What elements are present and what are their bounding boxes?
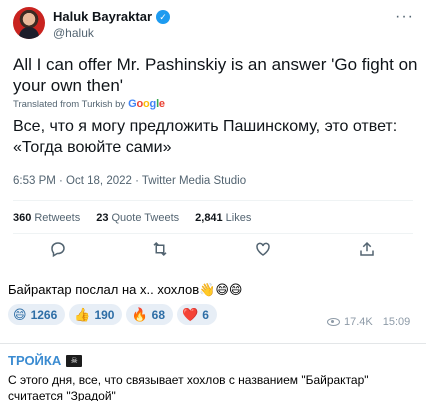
fire-icon: 🔥 <box>131 306 148 322</box>
more-options-icon[interactable]: ··· <box>395 8 414 26</box>
eye-icon <box>327 318 340 326</box>
reply-icon[interactable] <box>46 240 70 260</box>
post-time: 15:09 <box>382 316 411 328</box>
reaction-heart[interactable]: ❤️ 6 <box>177 304 217 325</box>
reaction-fire[interactable]: 🔥 68 <box>126 304 174 325</box>
tweet-stats: 360 Retweets 23 Quote Tweets 2,841 Likes <box>13 212 251 224</box>
view-count: 17.4K <box>344 316 373 328</box>
thumbs-up-icon: 👍 <box>74 306 91 322</box>
post-meta: 17.4K 15:09 <box>327 316 410 328</box>
author-display-name[interactable]: Haluk Bayraktar <box>53 9 152 24</box>
reaction-count: 1266 <box>30 307 58 322</box>
like-icon[interactable] <box>251 240 275 260</box>
retweet-icon[interactable] <box>148 240 172 260</box>
tweet-text-translated: Все, что я могу предложить Пашинскому, э… <box>13 118 398 156</box>
share-icon[interactable] <box>355 240 379 260</box>
reaction-count: 68 <box>151 307 166 322</box>
comment-author[interactable]: ТРОЙКА ☠ <box>8 353 83 368</box>
divider <box>13 233 413 234</box>
divider <box>13 200 413 201</box>
tweet-card: Haluk Bayraktar ✓ @haluk ··· All I can o… <box>0 0 426 272</box>
comment-author-name: ТРОЙКА <box>8 353 62 368</box>
laughing-face-icon: 😄 <box>13 306 27 322</box>
comment[interactable]: ТРОЙКА ☠ С этого дня, все, что связывает… <box>0 343 426 401</box>
tweet-timestamp[interactable]: 6:53 PM · Oct 18, 2022 · Twitter Media S… <box>13 175 246 187</box>
translation-attribution: Translated from Turkish by Google <box>13 98 165 110</box>
verified-badge-icon: ✓ <box>156 9 170 24</box>
reaction-thumbs-up[interactable]: 👍 190 <box>69 304 123 325</box>
post-caption: Байрактар послал на х.. хохлов👋😄😄 <box>8 282 243 297</box>
tweet-actions <box>0 238 426 264</box>
author-handle[interactable]: @haluk <box>53 26 94 40</box>
heart-icon: ❤️ <box>182 306 199 322</box>
reactions-bar: 😄 1266 👍 190 🔥 68 ❤️ 6 <box>8 304 217 325</box>
retweets-stat[interactable]: 360 Retweets <box>13 212 80 224</box>
google-logo: Google <box>128 98 165 110</box>
likes-stat[interactable]: 2,841 Likes <box>195 212 251 224</box>
reaction-laugh[interactable]: 😄 1266 <box>8 304 66 325</box>
reaction-count: 190 <box>94 307 115 322</box>
pirate-flag-icon: ☠ <box>66 354 83 367</box>
avatar[interactable] <box>13 7 45 39</box>
quote-tweets-stat[interactable]: 23 Quote Tweets <box>96 212 179 224</box>
translated-label: Translated from Turkish by <box>13 98 126 110</box>
comment-text: С этого дня, все, что связывает хохлов с… <box>8 373 369 401</box>
author-name-row: Haluk Bayraktar ✓ <box>53 9 170 24</box>
reaction-count: 6 <box>202 307 209 322</box>
tweet-text-original: All I can offer Mr. Pashinskiy is an ans… <box>13 55 418 95</box>
